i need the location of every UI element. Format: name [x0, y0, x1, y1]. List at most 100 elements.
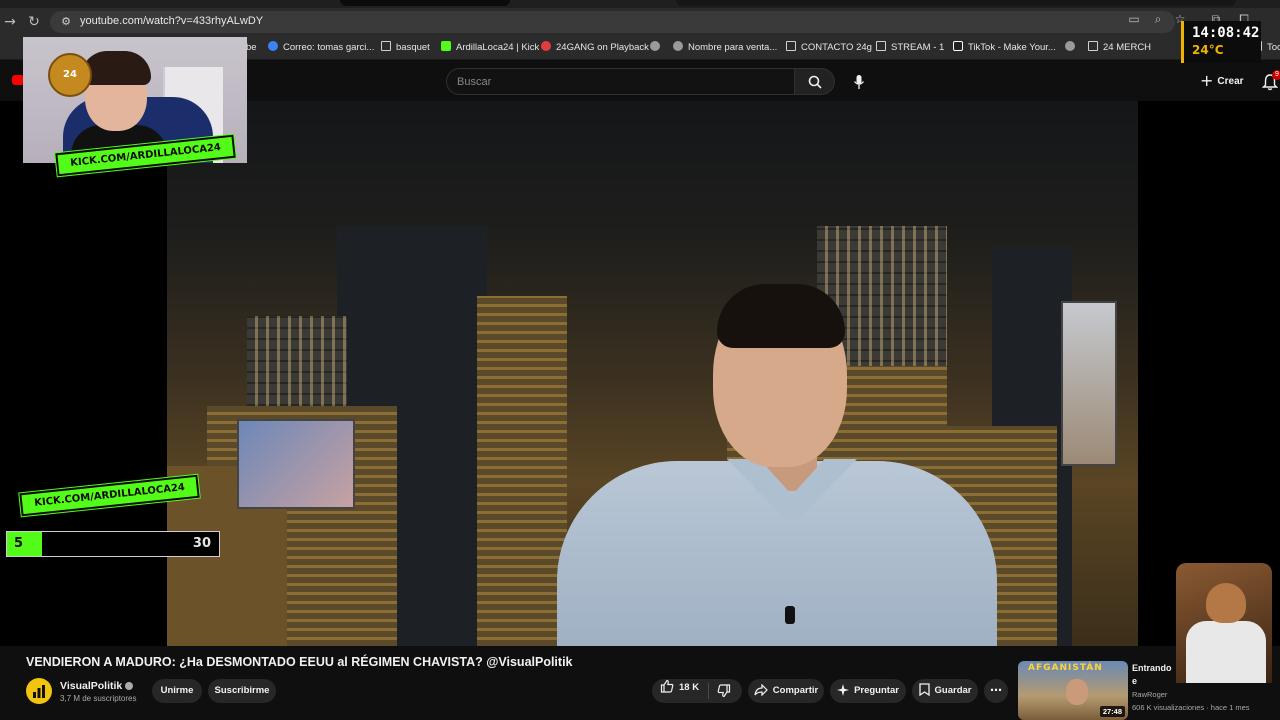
share-label: Compartir [772, 685, 819, 696]
mascot-suit [1186, 621, 1266, 683]
bookmark-icon [918, 683, 930, 697]
folder-icon [786, 41, 796, 51]
thumbnail-text: AFGANISTÁN [1028, 663, 1103, 673]
clock-time: 14:08:42 [1192, 25, 1260, 41]
cast-icon[interactable]: ▭ [1126, 11, 1142, 27]
tab-strip [0, 0, 1280, 8]
clock-widget: 14:08:42 24°C [1181, 21, 1261, 63]
bookmark-item[interactable]: Nombre para venta... [673, 41, 777, 55]
channel-name[interactable]: VisualPolitik [60, 680, 134, 692]
create-label: Crear [1217, 76, 1244, 87]
save-button[interactable]: Guardar [912, 679, 978, 703]
forward-icon[interactable]: → [0, 12, 20, 32]
recommended-video-thumbnail[interactable]: AFGANISTÁN 27:48 [1018, 661, 1128, 720]
folder-icon [381, 41, 391, 51]
mascot-face [1206, 583, 1246, 623]
folder-icon [1088, 41, 1098, 51]
goal-progress-bar: 5 30 [6, 531, 220, 557]
globe-icon [650, 41, 660, 51]
search-box[interactable] [446, 68, 795, 95]
save-label: Guardar [934, 685, 972, 696]
bookmark-item[interactable]: STREAM - 1 [876, 41, 944, 55]
more-options-icon[interactable]: ⋯ [984, 679, 1008, 703]
plus-icon: + [1200, 71, 1214, 90]
video-player[interactable] [0, 101, 1280, 646]
channel-avatar[interactable] [26, 678, 52, 704]
video-title: VENDIERON A MADURO: ¿Ha DESMONTADO EEUU … [26, 655, 573, 669]
bookmark-label: be [246, 42, 257, 53]
bookmark-label: CONTACTO 24g [801, 42, 872, 53]
sparkle-icon [837, 684, 850, 696]
webcam-streamer-hair [81, 51, 151, 85]
join-button[interactable]: Unirme [152, 679, 202, 703]
bookmark-label: Toc [1267, 42, 1280, 53]
thumbs-up-icon [660, 679, 674, 693]
reload-icon[interactable]: ↻ [24, 12, 44, 32]
globe-icon [673, 41, 683, 51]
billboard [237, 419, 355, 509]
recommended-channel-name[interactable]: RawRoger [1132, 690, 1167, 699]
bookmark-item[interactable]: CONTACTO 24g [786, 41, 872, 55]
search-icon [808, 75, 822, 89]
goal-current-value: 5 [14, 536, 24, 551]
bookmark-label: basquet [396, 42, 430, 53]
subscriber-count: 3,7 M de suscriptores [60, 694, 137, 703]
bookmark-item[interactable]: ArdillaLoca24 | Kick [441, 41, 539, 55]
search-button[interactable] [795, 68, 835, 95]
address-bar[interactable]: ⚙ youtube.com/watch?v=433rhyALwDY [50, 11, 1175, 33]
bookmark-label: 24GANG on Playback [556, 42, 649, 53]
like-count: 18 K [679, 682, 700, 693]
ask-label: Preguntar [854, 685, 899, 696]
kick-icon [441, 41, 451, 51]
microphone-icon [853, 74, 864, 89]
bookmark-item[interactable] [1065, 41, 1080, 55]
like-dislike-group: 18 K [652, 679, 742, 703]
bookmark-label: ArdillaLoca24 | Kick [456, 42, 540, 53]
streamer-logo: 24 [48, 53, 92, 97]
voice-search-button[interactable] [845, 68, 872, 95]
bookmark-label: 24 MERCH [1103, 42, 1152, 53]
playback-icon [541, 41, 551, 51]
notification-count-badge: 9 [1272, 70, 1280, 80]
lapel-microphone [785, 606, 795, 624]
mail-icon [268, 41, 278, 51]
thumbnail-person [1066, 679, 1088, 705]
recommended-video-title[interactable]: Entrando e Controlad [1132, 662, 1178, 690]
tiktok-icon [953, 41, 963, 51]
tab-active[interactable] [340, 0, 510, 6]
globe-icon [1065, 41, 1075, 51]
bookmark-item[interactable]: 24 MERCH [1088, 41, 1151, 55]
bookmark-label: Correo: tomas garci... [283, 42, 375, 53]
bookmark-item[interactable]: be [246, 41, 257, 55]
url-text[interactable]: youtube.com/watch?v=433rhyALwDY [80, 15, 263, 27]
create-button[interactable]: + Crear [1196, 70, 1252, 94]
presenter-hair [717, 284, 845, 348]
like-button[interactable]: 18 K [660, 679, 699, 703]
like-separator [708, 683, 709, 699]
tab-inactive[interactable] [676, 0, 1236, 6]
share-button[interactable]: Compartir [748, 679, 824, 703]
subscribe-button[interactable]: Suscribirme [208, 679, 276, 703]
bookmark-label: STREAM - 1 [891, 42, 945, 53]
skyline-building [477, 296, 567, 646]
search-input[interactable] [457, 74, 777, 90]
video-frame[interactable] [167, 101, 1138, 646]
verified-icon [125, 681, 134, 690]
squirrel-mascot-overlay [1176, 563, 1272, 683]
zoom-icon[interactable]: ⌕ [1150, 11, 1166, 27]
clock-temperature: 24°C [1192, 43, 1224, 57]
bookmark-item[interactable]: Correo: tomas garci... [268, 41, 374, 55]
channel-logo-icon [33, 685, 45, 698]
bookmark-item[interactable]: basquet [381, 41, 430, 55]
bookmark-item[interactable]: TikTok - Make Your... [953, 41, 1056, 55]
address-bar-row: → ↻ ⚙ youtube.com/watch?v=433rhyALwDY ▭ … [0, 8, 1280, 36]
site-info-icon[interactable]: ⚙ [58, 14, 74, 30]
bookmark-item[interactable] [650, 41, 665, 55]
channel-name-text[interactable]: VisualPolitik [60, 680, 122, 692]
bookmark-item[interactable]: 24GANG on Playback [541, 41, 649, 55]
folder-icon [876, 41, 886, 51]
thumbs-down-icon[interactable] [714, 683, 734, 699]
billboard [1061, 301, 1117, 466]
share-icon [754, 683, 768, 697]
ask-button[interactable]: Preguntar [830, 679, 906, 703]
